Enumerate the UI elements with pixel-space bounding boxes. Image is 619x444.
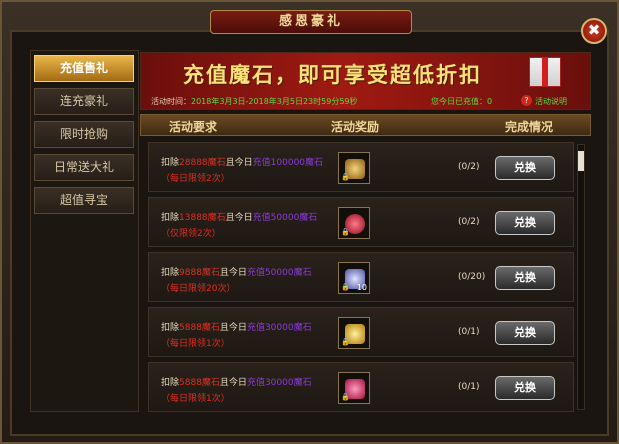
progress-text: (0/1) (458, 382, 480, 392)
list-scrollbar[interactable] (577, 144, 585, 410)
side-menu: 充值售礼 连充豪礼 限时抢购 日常送大礼 超值寻宝 (30, 50, 139, 412)
item-count: 10 (356, 283, 367, 292)
exchange-button[interactable]: 兑换 (495, 321, 555, 345)
sidebar-item-flash-sale[interactable]: 限时抢购 (34, 121, 134, 148)
limit-text: （每日限领20次） (161, 284, 236, 294)
header-reward: 活动奖励 (331, 120, 380, 134)
gift-box-icon (529, 57, 561, 87)
progress-text: (0/2) (458, 217, 480, 227)
exchange-button[interactable]: 兑换 (495, 156, 555, 180)
lock-icon: 🔒 (341, 283, 350, 291)
event-time-value: 2018年3月3日-2018年3月5日23时59分59秒 (191, 97, 358, 106)
lock-icon: 🔒 (341, 173, 350, 181)
reward-slot[interactable]: 🔒 (338, 207, 370, 239)
progress-text: (0/20) (458, 272, 486, 282)
reward-slot[interactable]: 🔒 (338, 372, 370, 404)
table-row: 扣除5888魔石且今日充值30000魔石 （每日限领1次） 🔒 (0/1) 兑换 (148, 362, 574, 412)
progress-text: (0/1) (458, 327, 480, 337)
sidebar-item-consecutive-recharge[interactable]: 连充豪礼 (34, 88, 134, 115)
event-time: 活动时间：2018年3月3日-2018年3月5日23时59分59秒 (151, 96, 358, 107)
table-row: 扣除9888魔石且今日充值50000魔石 （每日限领20次） 🔒 10 (0/20… (148, 252, 574, 302)
requirement-line: 扣除9888魔石且今日充值50000魔石 (161, 268, 312, 278)
header-requirement: 活动要求 (169, 120, 218, 134)
limit-text: （每日限领2次） (161, 174, 230, 184)
limit-text: （每日限领1次） (161, 394, 230, 404)
exchange-button[interactable]: 兑换 (495, 376, 555, 400)
scrollbar-thumb[interactable] (578, 151, 584, 171)
limit-text: （仅限领2次） (161, 229, 221, 239)
table-header: 活动要求 活动奖励 完成情况 (140, 114, 591, 136)
banner-title: 充值魔石，即可享受超低折扣 (183, 63, 482, 87)
requirement-line: 扣除5888魔石且今日充值30000魔石 (161, 323, 312, 333)
limit-text: （每日限领1次） (161, 339, 230, 349)
reward-slot[interactable]: 🔒 10 (338, 262, 370, 294)
event-banner: 充值魔石，即可享受超低折扣 活动时间：2018年3月3日-2018年3月5日23… (140, 52, 591, 110)
lock-icon: 🔒 (341, 228, 350, 236)
requirement-line: 扣除28888魔石且今日充值100000魔石 (161, 158, 324, 168)
reward-slot[interactable]: 🔒 (338, 317, 370, 349)
exchange-button[interactable]: 兑换 (495, 211, 555, 235)
dialog-title: 感恩豪礼 (210, 10, 412, 34)
table-row: 扣除5888魔石且今日充值30000魔石 （每日限领1次） 🔒 (0/1) 兑换 (148, 307, 574, 357)
event-help-link[interactable]: 活动说明 (535, 96, 567, 107)
header-status: 完成情况 (505, 120, 554, 134)
table-row: 扣除13888魔石且今日充值50000魔石 （仅限领2次） 🔒 (0/2) 兑换 (148, 197, 574, 247)
sidebar-item-recharge-sale[interactable]: 充值售礼 (34, 55, 134, 82)
requirement-line: 扣除13888魔石且今日充值50000魔石 (161, 213, 318, 223)
question-icon[interactable]: ? (521, 95, 532, 106)
event-time-label: 活动时间： (151, 97, 191, 106)
lock-icon: 🔒 (341, 338, 350, 346)
reward-slot[interactable]: 🔒 (338, 152, 370, 184)
lock-icon: 🔒 (341, 393, 350, 401)
reward-list: 扣除28888魔石且今日充值100000魔石 （每日限领2次） 🔒 (0/2) … (148, 140, 574, 412)
requirement-line: 扣除5888魔石且今日充值30000魔石 (161, 378, 312, 388)
progress-text: (0/2) (458, 162, 480, 172)
sidebar-item-daily-gift[interactable]: 日常送大礼 (34, 154, 134, 181)
charged-today: 您今日已充值：0 (431, 97, 493, 106)
exchange-button[interactable]: 兑换 (495, 266, 555, 290)
close-button[interactable]: ✖ (581, 18, 607, 44)
sidebar-item-treasure-hunt[interactable]: 超值寻宝 (34, 187, 134, 214)
table-row: 扣除28888魔石且今日充值100000魔石 （每日限领2次） 🔒 (0/2) … (148, 142, 574, 192)
